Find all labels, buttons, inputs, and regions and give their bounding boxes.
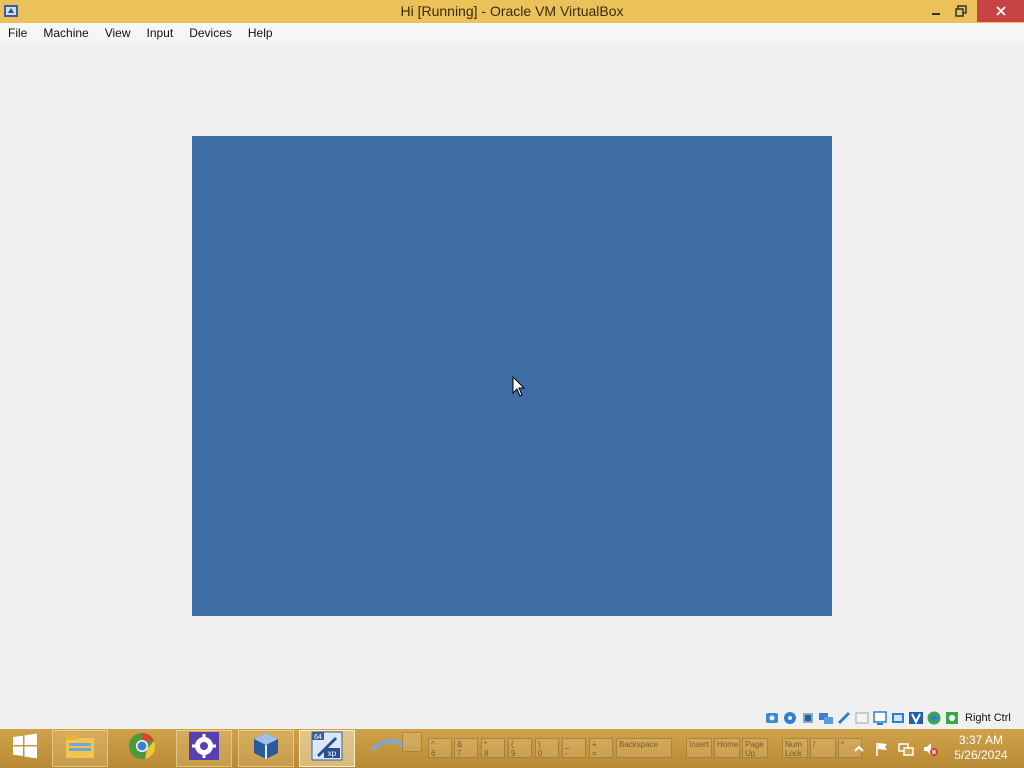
system-tray [846,729,946,768]
osk-key-divide[interactable]: / [810,738,836,758]
menu-devices[interactable]: Devices [181,23,240,44]
osk-key-8[interactable]: * 8 [481,738,505,758]
osk-tux-icon [370,734,406,761]
virtualbox-icon [251,731,281,766]
osk-key-insert[interactable]: Insert [686,738,712,758]
osk-key-home[interactable]: Home [714,738,740,758]
volume-muted-icon[interactable] [922,741,938,757]
optical-drive-icon[interactable] [782,710,798,726]
on-screen-keyboard-overlay: ^ 6 & 7 * 8 (9 ) 0 _ - + = Backspace Insert Ho… [362,730,892,767]
restore-button[interactable] [946,0,976,22]
status-bar: Right Ctrl [764,707,1024,729]
network-icon[interactable] [818,710,834,726]
file-explorer-icon [64,732,96,765]
osk-key-num-lock[interactable]: Num Lock [782,738,808,758]
start-button[interactable] [0,729,50,768]
svg-text:xp: xp [328,749,337,758]
osk-key-6[interactable]: ^ 6 [428,738,452,758]
menu-file[interactable]: File [0,23,35,44]
settings-icon [188,731,220,766]
display-icon[interactable] [872,710,888,726]
taskbar-vm-windows-xp-button[interactable]: 64 xp [299,730,355,767]
globe-icon[interactable] [944,710,960,726]
network-status-icon[interactable] [898,741,914,757]
menu-bar: File Machine View Input Devices Help [0,23,1024,44]
shared-folders-icon[interactable] [854,710,870,726]
show-hidden-icons-icon[interactable] [851,741,867,757]
osk-key-minus[interactable]: _ - [562,738,586,758]
taskbar-settings-button[interactable] [176,730,232,767]
osk-key-0[interactable]: ) 0 [535,738,559,758]
video-capture-icon[interactable] [890,710,906,726]
osk-key-backspace[interactable]: Backspace [616,738,672,758]
action-center-flag-icon[interactable] [874,741,890,757]
virtualization-icon[interactable] [926,710,942,726]
osk-key-9[interactable]: (9 [508,738,532,758]
osk-key[interactable] [402,732,422,752]
hard-disk-icon[interactable] [764,710,780,726]
osk-key-equals[interactable]: + = [589,738,613,758]
osk-key-7[interactable]: & 7 [454,738,478,758]
audio-icon[interactable] [800,710,816,726]
mouse-integration-icon[interactable] [908,710,924,726]
title-bar[interactable]: Hi [Running] - Oracle VM VirtualBox [0,0,1024,24]
taskbar-virtualbox-button[interactable] [238,730,294,767]
taskbar-clock[interactable]: 3:37 AM 5/26/2024 [948,733,1014,763]
clock-date: 5/26/2024 [954,748,1008,762]
close-button[interactable] [977,0,1024,22]
clock-time: 3:37 AM [958,733,1004,747]
vm-display[interactable] [192,136,832,616]
taskbar-chrome-button[interactable] [114,730,170,767]
window-title: Hi [Running] - Oracle VM VirtualBox [400,3,624,19]
usb-icon[interactable] [836,710,852,726]
menu-view[interactable]: View [97,23,139,44]
svg-text:64: 64 [314,734,322,741]
mouse-pointer-icon [512,375,526,403]
chrome-icon [127,731,157,766]
osk-key-page-up[interactable]: Page Up [742,738,768,758]
taskbar: 64 xp ^ 6 & 7 * 8 (9 ) 0 _ - + = Backspace Ins… [0,729,1024,768]
windows-logo-icon [12,733,38,764]
windows-xp-64-icon: 64 xp [310,730,344,767]
menu-help[interactable]: Help [240,23,281,44]
menu-machine[interactable]: Machine [35,23,96,44]
taskbar-file-explorer-button[interactable] [52,730,108,767]
menu-input[interactable]: Input [139,23,182,44]
host-key-label[interactable]: Right Ctrl [965,712,1011,724]
